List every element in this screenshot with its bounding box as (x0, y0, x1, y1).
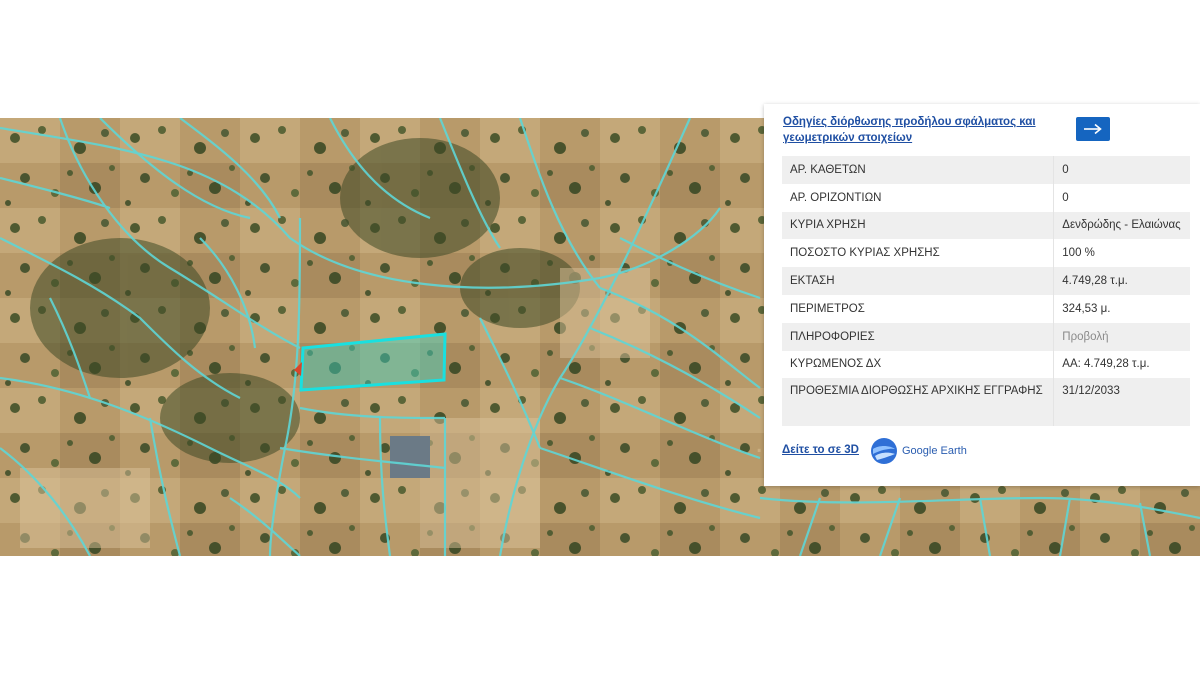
attr-value: Δενδρώδης - Ελαιώνας (1053, 211, 1190, 240)
attr-value: 4.749,28 τ.μ. (1053, 267, 1190, 295)
attr-label: ΚΥΡΩΜΕΝΟΣ ΔΧ (782, 350, 1055, 379)
solar-panels (390, 436, 430, 478)
arrow-right-icon (1084, 123, 1102, 135)
attr-label: ΕΚΤΑΣΗ (782, 267, 1055, 295)
attr-value: 0 (1062, 191, 1069, 204)
parcel-attributes-table: ΑΡ. ΚΑΘΕΤΩΝ 0 ΑΡ. ΟΡΙΖΟΝΤΙΩΝ 0 ΚΥΡΙΑ ΧΡΗ… (782, 156, 1190, 427)
attr-label: ΑΡ. ΟΡΙΖΟΝΤΙΩΝ (782, 183, 1055, 212)
attr-label: ΠΕΡΙΜΕΤΡΟΣ (782, 294, 1055, 323)
open-guide-button[interactable] (1076, 117, 1110, 141)
table-row: ΠΟΣΟΣΤΟ ΚΥΡΙΑΣ ΧΡΗΣΗΣ 100 % (782, 239, 1190, 268)
parcel-info-panel: Οδηγίες διόρθωσης προδήλου σφάλματος και… (764, 104, 1200, 486)
attr-value: 0 (1053, 156, 1190, 184)
table-row: ΠΕΡΙΜΕΤΡΟΣ 324,53 μ. (782, 294, 1190, 323)
attr-label: ΚΥΡΙΑ ΧΡΗΣΗ (782, 211, 1055, 240)
google-earth-button[interactable]: Google Earth (870, 437, 967, 465)
table-row: ΑΡ. ΟΡΙΖΟΝΤΙΩΝ 0 (782, 183, 1190, 212)
attr-label: ΠΟΣΟΣΤΟ ΚΥΡΙΑΣ ΧΡΗΣΗΣ (782, 239, 1055, 268)
attr-value: 31/12/2033 (1053, 378, 1190, 427)
see-in-3d-link[interactable]: Δείτε το σε 3D (782, 444, 859, 456)
attr-label: ΠΡΟΘΕΣΜΙΑ ΔΙΟΡΘΩΣΗΣ ΑΡΧΙΚΗΣ ΕΓΓΡΑΦΗΣ (782, 378, 1055, 427)
google-earth-label: Google Earth (902, 445, 967, 457)
correction-guide-link[interactable]: Οδηγίες διόρθωσης προδήλου σφάλματος και… (783, 114, 1053, 146)
attr-value: 100 % (1062, 247, 1095, 260)
table-row: ΕΚΤΑΣΗ 4.749,28 τ.μ. (782, 267, 1190, 295)
attr-value: 324,53 μ. (1062, 302, 1111, 315)
table-row: ΚΥΡΙΑ ΧΡΗΣΗ Δενδρώδης - Ελαιώνας (782, 211, 1190, 240)
table-row: ΠΡΟΘΕΣΜΙΑ ΔΙΟΡΘΩΣΗΣ ΑΡΧΙΚΗΣ ΕΓΓΡΑΦΗΣ 31/… (782, 378, 1190, 427)
table-row: ΑΡ. ΚΑΘΕΤΩΝ 0 (782, 156, 1190, 184)
attr-label: ΠΛΗΡΟΦΟΡΙΕΣ (782, 322, 1055, 351)
table-row: ΠΛΗΡΟΦΟΡΙΕΣ Προβολή (782, 322, 1190, 351)
attr-label: ΑΡ. ΚΑΘΕΤΩΝ (782, 156, 1055, 184)
info-view-link[interactable]: Προβολή (1053, 322, 1190, 351)
table-row: ΚΥΡΩΜΕΝΟΣ ΔΧ ΑΑ: 4.749,28 τ.μ. (782, 350, 1190, 379)
attr-value: ΑΑ: 4.749,28 τ.μ. (1062, 358, 1150, 371)
google-earth-icon (871, 438, 897, 464)
